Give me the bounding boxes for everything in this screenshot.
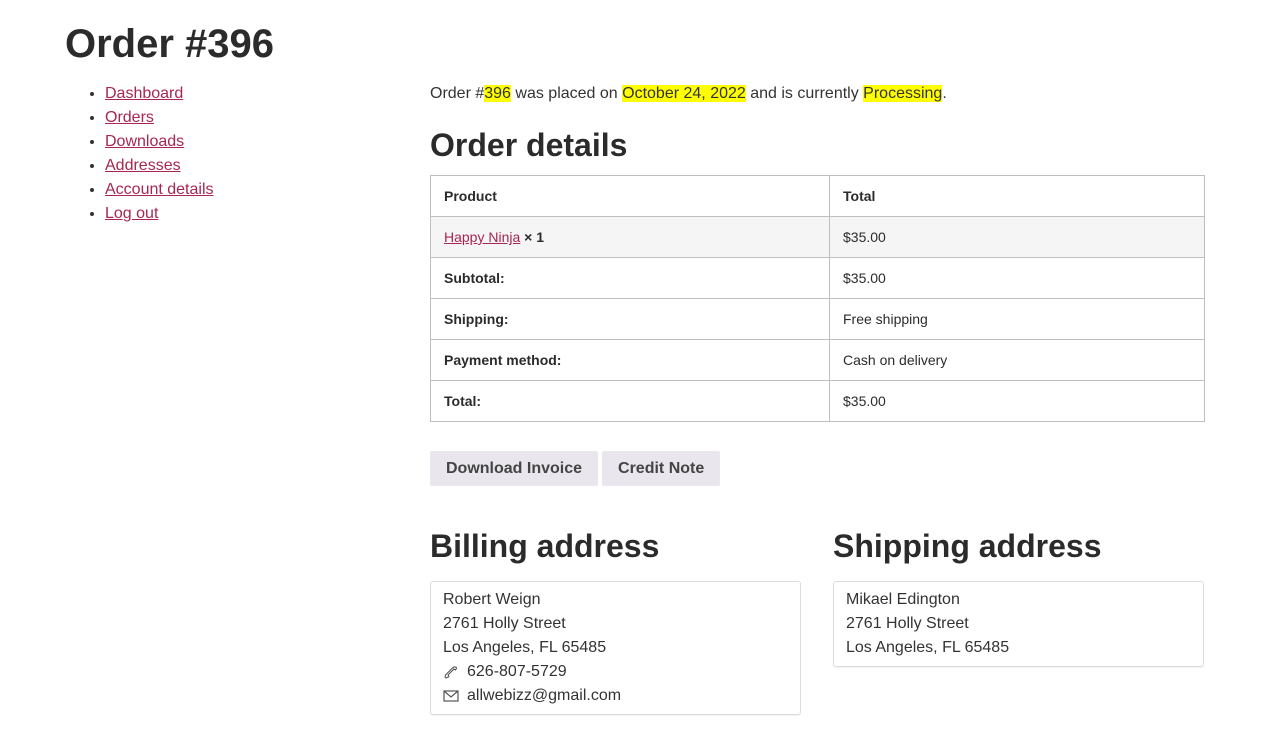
shipping-city: Los Angeles, FL 65485 [846,639,1010,656]
shipping-address-title: Shipping address [833,528,1102,564]
log-out-link[interactable]: Log out [105,205,158,222]
shipping-value: Free shipping [829,298,1205,340]
downloads-link[interactable]: Downloads [105,133,184,150]
subtotal-value: $35.00 [829,257,1205,299]
total-row: Total: $35.00 [430,380,1205,422]
billing-address-column: Billing address Robert Weign 2761 Holly … [430,526,801,715]
order-item-row: Happy Ninja × 1 $35.00 [430,216,1205,258]
total-label: Total: [430,380,830,422]
envelope-icon [443,688,459,704]
nav-item-log-out: Log out [105,202,214,226]
payment-method-row: Payment method: Cash on delivery [430,339,1205,381]
order-status-highlight: Processing [863,85,943,102]
addresses-link[interactable]: Addresses [105,157,181,174]
orders-link[interactable]: Orders [105,109,154,126]
shipping-name: Mikael Edington [846,591,960,608]
nav-item-addresses: Addresses [105,154,214,178]
order-details-table: Product Total Happy Ninja × 1 $35.00 Sub… [430,175,1205,422]
payment-method-value: Cash on delivery [829,339,1205,381]
billing-phone: 626-807-5729 [467,663,567,680]
phone-icon [443,664,459,680]
order-summary: Order #396 was placed on October 24, 202… [430,82,1205,106]
order-details-title: Order details [430,127,628,163]
shipping-street: 2761 Holly Street [846,615,969,632]
total-value: $35.00 [829,380,1205,422]
order-number-highlight: 396 [484,85,511,102]
order-item-total: $35.00 [829,216,1205,258]
billing-name: Robert Weign [443,591,541,608]
account-navigation: Dashboard Orders Downloads Addresses Acc… [65,82,214,226]
download-invoice-button[interactable]: Download Invoice [430,451,599,486]
payment-method-label: Payment method: [430,339,830,381]
dashboard-link[interactable]: Dashboard [105,85,183,102]
order-actions: Download Invoice Credit Note [430,451,721,486]
shipping-row: Shipping: Free shipping [430,298,1205,340]
table-header-row: Product Total [430,175,1205,217]
summary-text-status: and is currently [745,85,864,102]
nav-item-dashboard: Dashboard [105,82,214,106]
product-quantity: × 1 [524,229,545,245]
page-title: Order #396 [65,22,275,66]
shipping-address-column: Shipping address Mikael Edington 2761 Ho… [833,526,1204,667]
total-column-header: Total [829,175,1205,217]
billing-phone-line: 626-807-5729 [443,660,788,684]
account-nav-list: Dashboard Orders Downloads Addresses Acc… [65,82,214,226]
order-item-product: Happy Ninja × 1 [430,216,830,258]
summary-prefix: Order # [430,85,485,102]
billing-email-line: allwebizz@gmail.com [443,684,788,708]
billing-email: allwebizz@gmail.com [467,687,622,704]
nav-item-account-details: Account details [105,178,214,202]
product-column-header: Product [430,175,830,217]
shipping-address-box: Mikael Edington 2761 Holly Street Los An… [833,581,1204,667]
billing-address-title: Billing address [430,528,660,564]
order-content: Order #396 was placed on October 24, 202… [430,82,1205,715]
summary-suffix: . [942,85,947,102]
order-date-highlight: October 24, 2022 [622,85,746,102]
product-link[interactable]: Happy Ninja [444,229,520,245]
nav-item-orders: Orders [105,106,214,130]
shipping-label: Shipping: [430,298,830,340]
credit-note-button[interactable]: Credit Note [602,451,721,486]
subtotal-label: Subtotal: [430,257,830,299]
billing-address-box: Robert Weign 2761 Holly Street Los Angel… [430,581,801,715]
summary-text-placed: was placed on [510,85,623,102]
subtotal-row: Subtotal: $35.00 [430,257,1205,299]
account-details-link[interactable]: Account details [105,181,214,198]
billing-city: Los Angeles, FL 65485 [443,639,607,656]
nav-item-downloads: Downloads [105,130,214,154]
billing-street: 2761 Holly Street [443,615,566,632]
